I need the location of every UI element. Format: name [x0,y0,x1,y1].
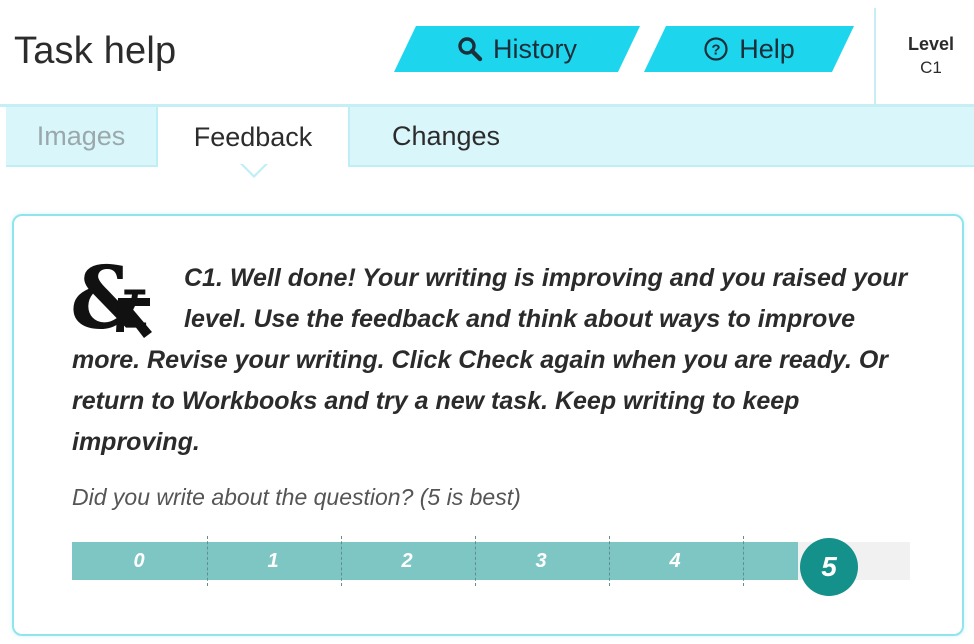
rating-question: Did you write about the question? (5 is … [72,484,521,510]
active-tab-pointer-inner [242,163,266,175]
tab-changes[interactable]: Changes [356,107,536,165]
scale-divider [341,536,342,586]
rating-option-1[interactable]: 1 [206,542,340,580]
scale-divider [207,536,208,586]
feedback-message: C1. Well done! Your writing is improving… [72,264,908,456]
help-button-label: Help [739,33,795,64]
scale-divider [609,536,610,586]
header-divider [874,8,876,106]
help-circle-icon: ? [703,36,729,62]
rating-option-3[interactable]: 3 [474,542,608,580]
scale-divider [475,536,476,586]
selected-score-badge[interactable]: 5 [800,538,858,596]
level-value: C1 [920,58,942,77]
rating-option-4[interactable]: 4 [608,542,742,580]
rating-option-0[interactable]: 0 [72,542,206,580]
history-button[interactable]: History [394,26,640,72]
scale-divider [743,536,744,586]
rating-option-2[interactable]: 2 [340,542,474,580]
search-icon [457,36,483,62]
page-title: Task help [14,30,177,72]
help-button[interactable]: ? Help [644,26,854,72]
level-label: Level [907,34,955,54]
tab-feedback[interactable]: Feedback [156,107,350,167]
tab-bar: Images Feedback Changes [6,107,974,167]
svg-text:?: ? [712,42,721,59]
history-button-label: History [492,33,577,64]
tab-images[interactable]: Images [6,107,156,165]
